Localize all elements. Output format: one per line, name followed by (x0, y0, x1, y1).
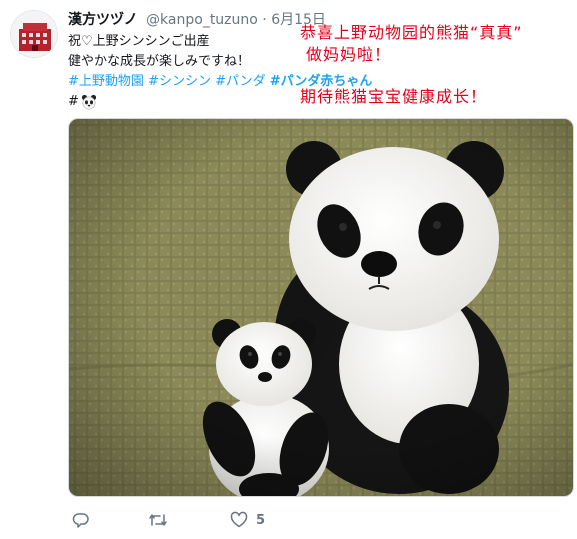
like-count: 5 (256, 512, 266, 528)
chinese-caption-overlay: 恭喜上野动物园的熊猫“真真” 做妈妈啦！ 期待熊猫宝宝健康成长！ (300, 22, 523, 108)
hashtag-line: #上野動物園 #シンシン #パンダ #パンダ赤ちゃん (68, 72, 372, 92)
retweet-icon (149, 514, 167, 526)
tweet-text: 祝♡上野シンシンご出産 健やかな成長が楽しみですね！ #上野動物園 #シンシン … (68, 32, 372, 112)
hashtag-panda-emoji-prefix[interactable]: # (68, 94, 79, 109)
hashtag-panda[interactable]: #パンダ (215, 74, 266, 89)
tweet-actions: 5 (68, 508, 368, 532)
caption-line-2: 做妈妈啦！ (306, 45, 392, 64)
reply-icon (72, 513, 89, 528)
retweet-button[interactable] (148, 508, 168, 532)
avatar[interactable] (10, 10, 58, 58)
caption-line-3: 期待熊猫宝宝健康成长！ (300, 87, 488, 106)
user-handle[interactable]: @kanpo_tuzuno (146, 12, 258, 28)
panda-face-icon (81, 94, 97, 109)
like-button[interactable]: 5 (230, 508, 265, 532)
heart-icon (230, 511, 248, 528)
reply-button[interactable] (72, 508, 90, 532)
tweet-text-line-2: 健やかな成長が楽しみですね！ (68, 54, 251, 69)
display-name[interactable]: 漢方ツヅノ (68, 12, 138, 28)
separator-dot: · (262, 12, 267, 28)
tweet-text-line-1: 祝♡上野シンシンご出産 (68, 34, 210, 49)
hashtag-shinshin[interactable]: #シンシン (148, 74, 211, 89)
hashtag-ueno-zoo[interactable]: #上野動物園 (68, 74, 144, 89)
avatar-building-image (11, 11, 57, 57)
tweet-header: 漢方ツヅノ @kanpo_tuzuno · 6月15日 (68, 10, 326, 30)
emoji-line: # (68, 92, 298, 112)
panda-felt-photo (69, 119, 573, 496)
tweet-photo[interactable] (68, 118, 574, 497)
caption-line-1: 恭喜上野动物园的熊猫“真真” (300, 23, 523, 42)
